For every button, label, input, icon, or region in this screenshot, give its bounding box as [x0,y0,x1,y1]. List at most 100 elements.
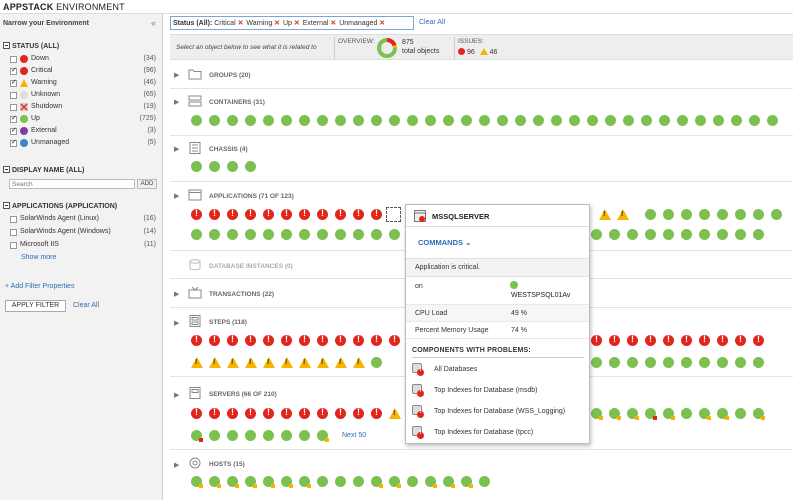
critical-node-icon[interactable] [281,407,292,419]
up-node-icon[interactable] [209,229,220,240]
critical-node-icon[interactable] [371,208,382,220]
remove-icon[interactable]: ✕ [274,20,280,27]
critical-node-icon[interactable] [371,407,382,419]
up-node-icon[interactable] [533,115,544,126]
critical-node-icon[interactable] [627,334,638,346]
up-node-icon[interactable] [281,115,292,126]
up-node-icon[interactable] [317,476,328,487]
chevron-right-icon[interactable]: ▶ [174,71,179,79]
critical-node-icon[interactable] [317,208,328,220]
up-node-icon[interactable] [681,408,692,419]
up-node-icon[interactable] [681,357,692,368]
node-link[interactable]: WESTSPSQL01Av [511,292,570,299]
up-node-icon[interactable] [753,209,764,220]
warning-node-icon[interactable] [299,357,311,368]
up-node-icon[interactable] [627,229,638,240]
critical-node-icon[interactable] [209,407,220,419]
up-node-icon[interactable] [479,115,490,126]
up-node-icon[interactable] [425,476,437,488]
remove-icon[interactable]: ✕ [238,20,244,27]
component-item[interactable]: Top Indexes for Database (tpcc) [412,426,588,440]
critical-node-icon[interactable] [317,334,328,346]
chevron-right-icon[interactable]: ▶ [174,192,179,200]
status-item-external[interactable]: External(3) [10,126,156,138]
critical-node-icon[interactable] [717,334,728,346]
up-node-icon[interactable] [335,476,346,487]
critical-node-icon[interactable] [245,407,256,419]
critical-node-icon[interactable] [191,208,202,220]
critical-node-icon[interactable] [227,334,238,346]
critical-node-icon[interactable] [263,334,274,346]
critical-node-icon[interactable] [317,407,328,419]
up-node-icon[interactable] [443,115,454,126]
checkbox[interactable] [10,92,17,99]
up-node-icon[interactable] [227,476,239,488]
up-node-icon[interactable] [191,430,203,442]
up-node-icon[interactable] [371,229,382,240]
up-node-icon[interactable] [245,161,256,172]
warning-node-icon[interactable] [281,357,293,368]
critical-node-icon[interactable] [645,334,656,346]
status-item-warning[interactable]: Warning(46) [10,78,156,90]
up-node-icon[interactable] [227,430,238,441]
checkbox[interactable] [10,56,17,63]
up-node-icon[interactable] [713,115,724,126]
critical-node-icon[interactable] [209,208,220,220]
up-node-icon[interactable] [191,476,203,488]
up-node-icon[interactable] [227,115,238,126]
checkbox[interactable] [10,104,17,111]
collapse-icon[interactable]: « [151,18,156,28]
up-node-icon[interactable] [371,115,382,126]
up-node-icon[interactable] [717,209,728,220]
critical-node-icon[interactable] [299,407,310,419]
group-section-containers[interactable]: ▶ CONTAINERS (31) [170,90,793,136]
critical-node-icon[interactable] [663,334,674,346]
up-node-icon[interactable] [663,357,674,368]
object-popup[interactable]: MSSQLSERVER COMMANDS ⌄ Application is cr… [405,204,590,444]
checkbox[interactable] [10,229,17,236]
up-node-icon[interactable] [623,115,634,126]
warning-node-icon[interactable] [245,357,257,368]
group-section-hosts[interactable]: ▶ HOSTS (15) [170,451,793,500]
status-item-up[interactable]: Up(725) [10,114,156,126]
app-item-microsoft-iis[interactable]: Microsoft IIS (11) [10,240,156,252]
up-node-icon[interactable] [717,408,729,420]
status-item-shutdown[interactable]: Shutdown (19) [10,102,156,114]
up-node-icon[interactable] [209,430,220,441]
up-node-icon[interactable] [263,430,274,441]
warning-node-icon[interactable] [335,357,347,368]
up-node-icon[interactable] [461,115,472,126]
up-node-icon[interactable] [681,229,692,240]
up-node-icon[interactable] [677,115,688,126]
add-filter-link[interactable]: + Add Filter Properties [5,283,74,290]
up-node-icon[interactable] [645,209,656,220]
group-section-groups[interactable]: ▶ GROUPS (20) [170,62,793,89]
critical-node-icon[interactable] [609,334,620,346]
up-node-icon[interactable] [317,430,329,442]
up-node-icon[interactable] [551,115,562,126]
critical-node-icon[interactable] [735,334,746,346]
app-item-linux-agent[interactable]: SolarWinds Agent (Linux) (16) [10,214,156,226]
up-node-icon[interactable] [735,229,746,240]
up-node-icon[interactable] [681,209,692,220]
status-section-header[interactable]: STATUS (ALL) [3,42,59,50]
up-node-icon[interactable] [591,408,603,420]
chevron-right-icon[interactable]: ▶ [174,145,179,153]
up-node-icon[interactable] [389,229,400,240]
critical-node-icon[interactable] [699,334,710,346]
critical-node-icon[interactable] [299,208,310,220]
up-node-icon[interactable] [609,408,621,420]
component-item[interactable]: All Databases [412,363,588,377]
show-more-link[interactable]: Show more [21,254,56,261]
up-node-icon[interactable] [609,229,620,240]
up-node-icon[interactable] [641,115,652,126]
warning-node-icon[interactable] [599,209,611,220]
up-node-icon[interactable] [407,115,418,126]
up-node-icon[interactable] [663,408,675,420]
next-50-link[interactable]: Next 50 [342,432,366,439]
chevron-right-icon[interactable]: ▶ [174,98,179,106]
critical-node-icon[interactable] [353,208,364,220]
up-node-icon[interactable] [407,476,418,487]
up-node-icon[interactable] [767,115,778,126]
up-node-icon[interactable] [605,115,616,126]
